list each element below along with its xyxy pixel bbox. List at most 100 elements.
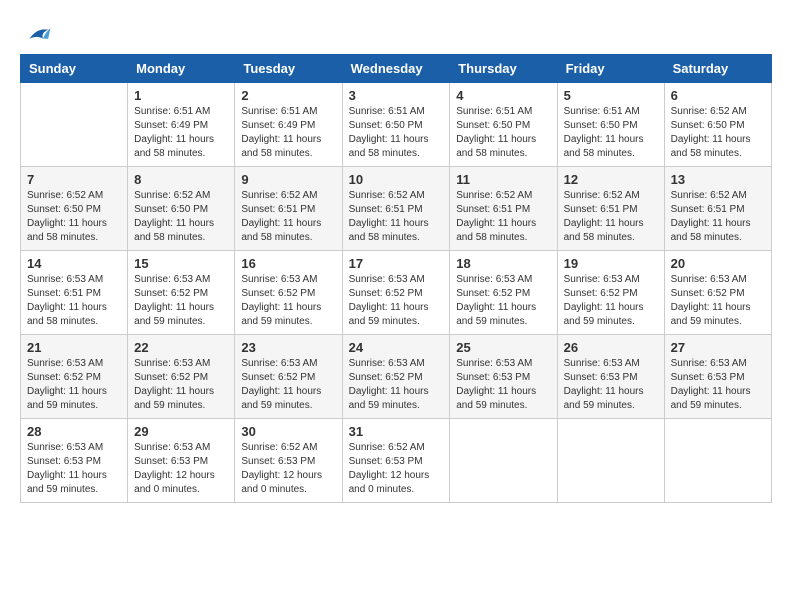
day-number: 25 (456, 340, 550, 355)
day-number: 2 (241, 88, 335, 103)
day-number: 5 (564, 88, 658, 103)
day-number: 7 (27, 172, 121, 187)
day-info: Sunrise: 6:53 AMSunset: 6:53 PMDaylight:… (134, 441, 228, 497)
logo-bird-icon (22, 20, 52, 50)
day-info: Sunrise: 6:53 AMSunset: 6:52 PMDaylight:… (671, 273, 765, 329)
calendar-cell: 27 Sunrise: 6:53 AMSunset: 6:53 PMDayligh… (664, 335, 771, 419)
day-number: 27 (671, 340, 765, 355)
calendar-cell: 4 Sunrise: 6:51 AMSunset: 6:50 PMDaylight… (450, 83, 557, 167)
day-number: 10 (349, 172, 444, 187)
calendar-table: SundayMondayTuesdayWednesdayThursdayFrid… (20, 54, 772, 503)
calendar-cell: 2 Sunrise: 6:51 AMSunset: 6:49 PMDaylight… (235, 83, 342, 167)
calendar-cell: 5 Sunrise: 6:51 AMSunset: 6:50 PMDaylight… (557, 83, 664, 167)
calendar-cell: 10 Sunrise: 6:52 AMSunset: 6:51 PMDayligh… (342, 167, 450, 251)
day-number: 24 (349, 340, 444, 355)
day-number: 3 (349, 88, 444, 103)
calendar-week-row: 21 Sunrise: 6:53 AMSunset: 6:52 PMDayligh… (21, 335, 772, 419)
day-number: 21 (27, 340, 121, 355)
day-number: 4 (456, 88, 550, 103)
day-number: 16 (241, 256, 335, 271)
calendar-week-row: 14 Sunrise: 6:53 AMSunset: 6:51 PMDayligh… (21, 251, 772, 335)
calendar-week-row: 28 Sunrise: 6:53 AMSunset: 6:53 PMDayligh… (21, 419, 772, 503)
calendar-cell: 11 Sunrise: 6:52 AMSunset: 6:51 PMDayligh… (450, 167, 557, 251)
day-info: Sunrise: 6:53 AMSunset: 6:52 PMDaylight:… (27, 357, 121, 413)
calendar-cell: 18 Sunrise: 6:53 AMSunset: 6:52 PMDayligh… (450, 251, 557, 335)
day-number: 29 (134, 424, 228, 439)
calendar-cell: 19 Sunrise: 6:53 AMSunset: 6:52 PMDayligh… (557, 251, 664, 335)
day-number: 28 (27, 424, 121, 439)
day-info: Sunrise: 6:53 AMSunset: 6:51 PMDaylight:… (27, 273, 121, 329)
day-info: Sunrise: 6:53 AMSunset: 6:52 PMDaylight:… (456, 273, 550, 329)
day-number: 12 (564, 172, 658, 187)
col-header-saturday: Saturday (664, 55, 771, 83)
day-info: Sunrise: 6:53 AMSunset: 6:52 PMDaylight:… (349, 273, 444, 329)
day-number: 6 (671, 88, 765, 103)
col-header-monday: Monday (128, 55, 235, 83)
day-number: 30 (241, 424, 335, 439)
day-info: Sunrise: 6:52 AMSunset: 6:51 PMDaylight:… (349, 189, 444, 245)
day-info: Sunrise: 6:51 AMSunset: 6:50 PMDaylight:… (456, 105, 550, 161)
day-number: 9 (241, 172, 335, 187)
day-info: Sunrise: 6:53 AMSunset: 6:52 PMDaylight:… (134, 357, 228, 413)
day-info: Sunrise: 6:53 AMSunset: 6:53 PMDaylight:… (564, 357, 658, 413)
day-info: Sunrise: 6:52 AMSunset: 6:53 PMDaylight:… (349, 441, 444, 497)
logo (20, 20, 52, 44)
day-info: Sunrise: 6:52 AMSunset: 6:51 PMDaylight:… (241, 189, 335, 245)
day-number: 20 (671, 256, 765, 271)
day-info: Sunrise: 6:53 AMSunset: 6:53 PMDaylight:… (671, 357, 765, 413)
calendar-cell: 7 Sunrise: 6:52 AMSunset: 6:50 PMDaylight… (21, 167, 128, 251)
day-info: Sunrise: 6:53 AMSunset: 6:52 PMDaylight:… (349, 357, 444, 413)
calendar-cell: 22Sunrise: 6:53 AMSunset: 6:52 PMDayligh… (128, 335, 235, 419)
day-number: 26 (564, 340, 658, 355)
calendar-cell: 20 Sunrise: 6:53 AMSunset: 6:52 PMDayligh… (664, 251, 771, 335)
calendar-cell: 9 Sunrise: 6:52 AMSunset: 6:51 PMDaylight… (235, 167, 342, 251)
day-info: Sunrise: 6:53 AMSunset: 6:52 PMDaylight:… (241, 273, 335, 329)
day-number: 8 (134, 172, 228, 187)
day-info: Sunrise: 6:51 AMSunset: 6:50 PMDaylight:… (564, 105, 658, 161)
day-info: Sunrise: 6:51 AMSunset: 6:50 PMDaylight:… (349, 105, 444, 161)
calendar-cell: 17 Sunrise: 6:53 AMSunset: 6:52 PMDayligh… (342, 251, 450, 335)
calendar-cell (21, 83, 128, 167)
day-info: Sunrise: 6:53 AMSunset: 6:52 PMDaylight:… (241, 357, 335, 413)
day-info: Sunrise: 6:52 AMSunset: 6:51 PMDaylight:… (456, 189, 550, 245)
calendar-cell: 8 Sunrise: 6:52 AMSunset: 6:50 PMDaylight… (128, 167, 235, 251)
day-number: 18 (456, 256, 550, 271)
day-info: Sunrise: 6:52 AMSunset: 6:50 PMDaylight:… (134, 189, 228, 245)
calendar-cell (557, 419, 664, 503)
day-info: Sunrise: 6:53 AMSunset: 6:52 PMDaylight:… (564, 273, 658, 329)
calendar-cell: 24 Sunrise: 6:53 AMSunset: 6:52 PMDayligh… (342, 335, 450, 419)
day-number: 13 (671, 172, 765, 187)
col-header-friday: Friday (557, 55, 664, 83)
calendar-cell: 26 Sunrise: 6:53 AMSunset: 6:53 PMDayligh… (557, 335, 664, 419)
day-number: 17 (349, 256, 444, 271)
calendar-cell: 30 Sunrise: 6:52 AMSunset: 6:53 PMDayligh… (235, 419, 342, 503)
day-info: Sunrise: 6:52 AMSunset: 6:51 PMDaylight:… (671, 189, 765, 245)
calendar-cell: 23 Sunrise: 6:53 AMSunset: 6:52 PMDayligh… (235, 335, 342, 419)
day-number: 23 (241, 340, 335, 355)
calendar-cell: 28 Sunrise: 6:53 AMSunset: 6:53 PMDayligh… (21, 419, 128, 503)
day-number: 14 (27, 256, 121, 271)
page-header (20, 20, 772, 44)
day-info: Sunrise: 6:53 AMSunset: 6:53 PMDaylight:… (27, 441, 121, 497)
day-info: Sunrise: 6:51 AMSunset: 6:49 PMDaylight:… (241, 105, 335, 161)
day-number: 11 (456, 172, 550, 187)
calendar-cell (664, 419, 771, 503)
calendar-cell: 3 Sunrise: 6:51 AMSunset: 6:50 PMDaylight… (342, 83, 450, 167)
calendar-cell: 15 Sunrise: 6:53 AMSunset: 6:52 PMDayligh… (128, 251, 235, 335)
calendar-cell: 16 Sunrise: 6:53 AMSunset: 6:52 PMDayligh… (235, 251, 342, 335)
day-info: Sunrise: 6:52 AMSunset: 6:50 PMDaylight:… (671, 105, 765, 161)
day-info: Sunrise: 6:52 AMSunset: 6:50 PMDaylight:… (27, 189, 121, 245)
calendar-cell: 6 Sunrise: 6:52 AMSunset: 6:50 PMDaylight… (664, 83, 771, 167)
calendar-cell: 31Sunrise: 6:52 AMSunset: 6:53 PMDayligh… (342, 419, 450, 503)
day-number: 15 (134, 256, 228, 271)
calendar-cell: 25Sunrise: 6:53 AMSunset: 6:53 PMDayligh… (450, 335, 557, 419)
day-number: 19 (564, 256, 658, 271)
day-info: Sunrise: 6:53 AMSunset: 6:52 PMDaylight:… (134, 273, 228, 329)
col-header-thursday: Thursday (450, 55, 557, 83)
calendar-cell: 14 Sunrise: 6:53 AMSunset: 6:51 PMDayligh… (21, 251, 128, 335)
day-info: Sunrise: 6:52 AMSunset: 6:53 PMDaylight:… (241, 441, 335, 497)
calendar-cell: 21 Sunrise: 6:53 AMSunset: 6:52 PMDayligh… (21, 335, 128, 419)
col-header-wednesday: Wednesday (342, 55, 450, 83)
day-number: 1 (134, 88, 228, 103)
calendar-cell (450, 419, 557, 503)
